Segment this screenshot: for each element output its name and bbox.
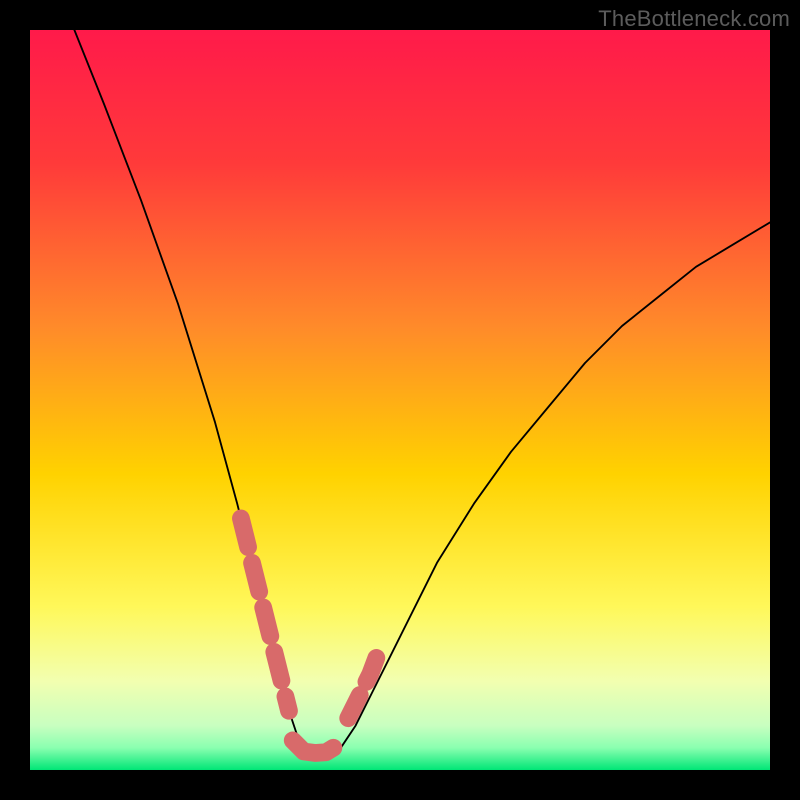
highlight-valley-floor [293,740,334,753]
watermark-label: TheBottleneck.com [598,6,790,32]
bottleneck-curve [74,30,770,755]
highlight-left-descent [241,518,289,710]
chart-frame: TheBottleneck.com [0,0,800,800]
curve-layer [30,30,770,770]
plot-area [30,30,770,770]
